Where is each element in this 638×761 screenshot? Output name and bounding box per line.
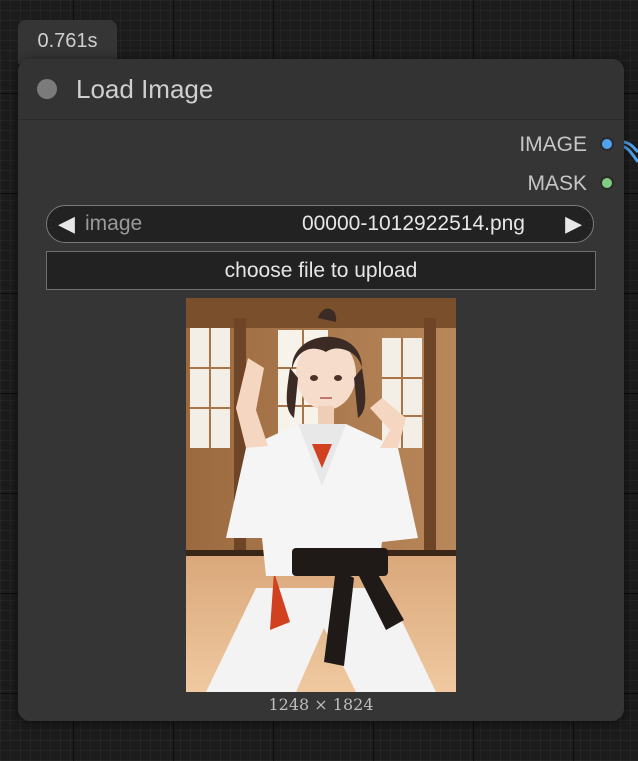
output-mask-label: MASK [527,172,587,195]
node-title-bar[interactable]: Load Image [18,59,624,120]
output-image-label: IMAGE [519,133,587,156]
image-preview [186,298,456,692]
execution-time-badge: 0.761s [18,20,117,64]
arrow-right-icon[interactable]: ▶ [565,206,582,242]
image-dimensions: 1248 × 1824 [268,695,374,714]
choose-file-upload-button[interactable]: choose file to upload [46,251,596,290]
output-mask-slot[interactable] [600,176,614,190]
node-title: Load Image [76,74,214,104]
image-combo-value: 00000-1012922514.png [301,212,525,235]
output-image-slot[interactable] [600,137,614,151]
arrow-left-icon[interactable]: ◀ [58,206,75,242]
collapse-dot-icon[interactable] [37,79,57,99]
image-combo-widget[interactable]: ◀ image 00000-1012922514.png ▶ [46,205,594,243]
image-combo-label: image [85,212,143,235]
load-image-node[interactable]: Load Image IMAGE MASK ◀ image 00000-1012… [18,59,624,721]
preview-illustration [186,298,456,692]
